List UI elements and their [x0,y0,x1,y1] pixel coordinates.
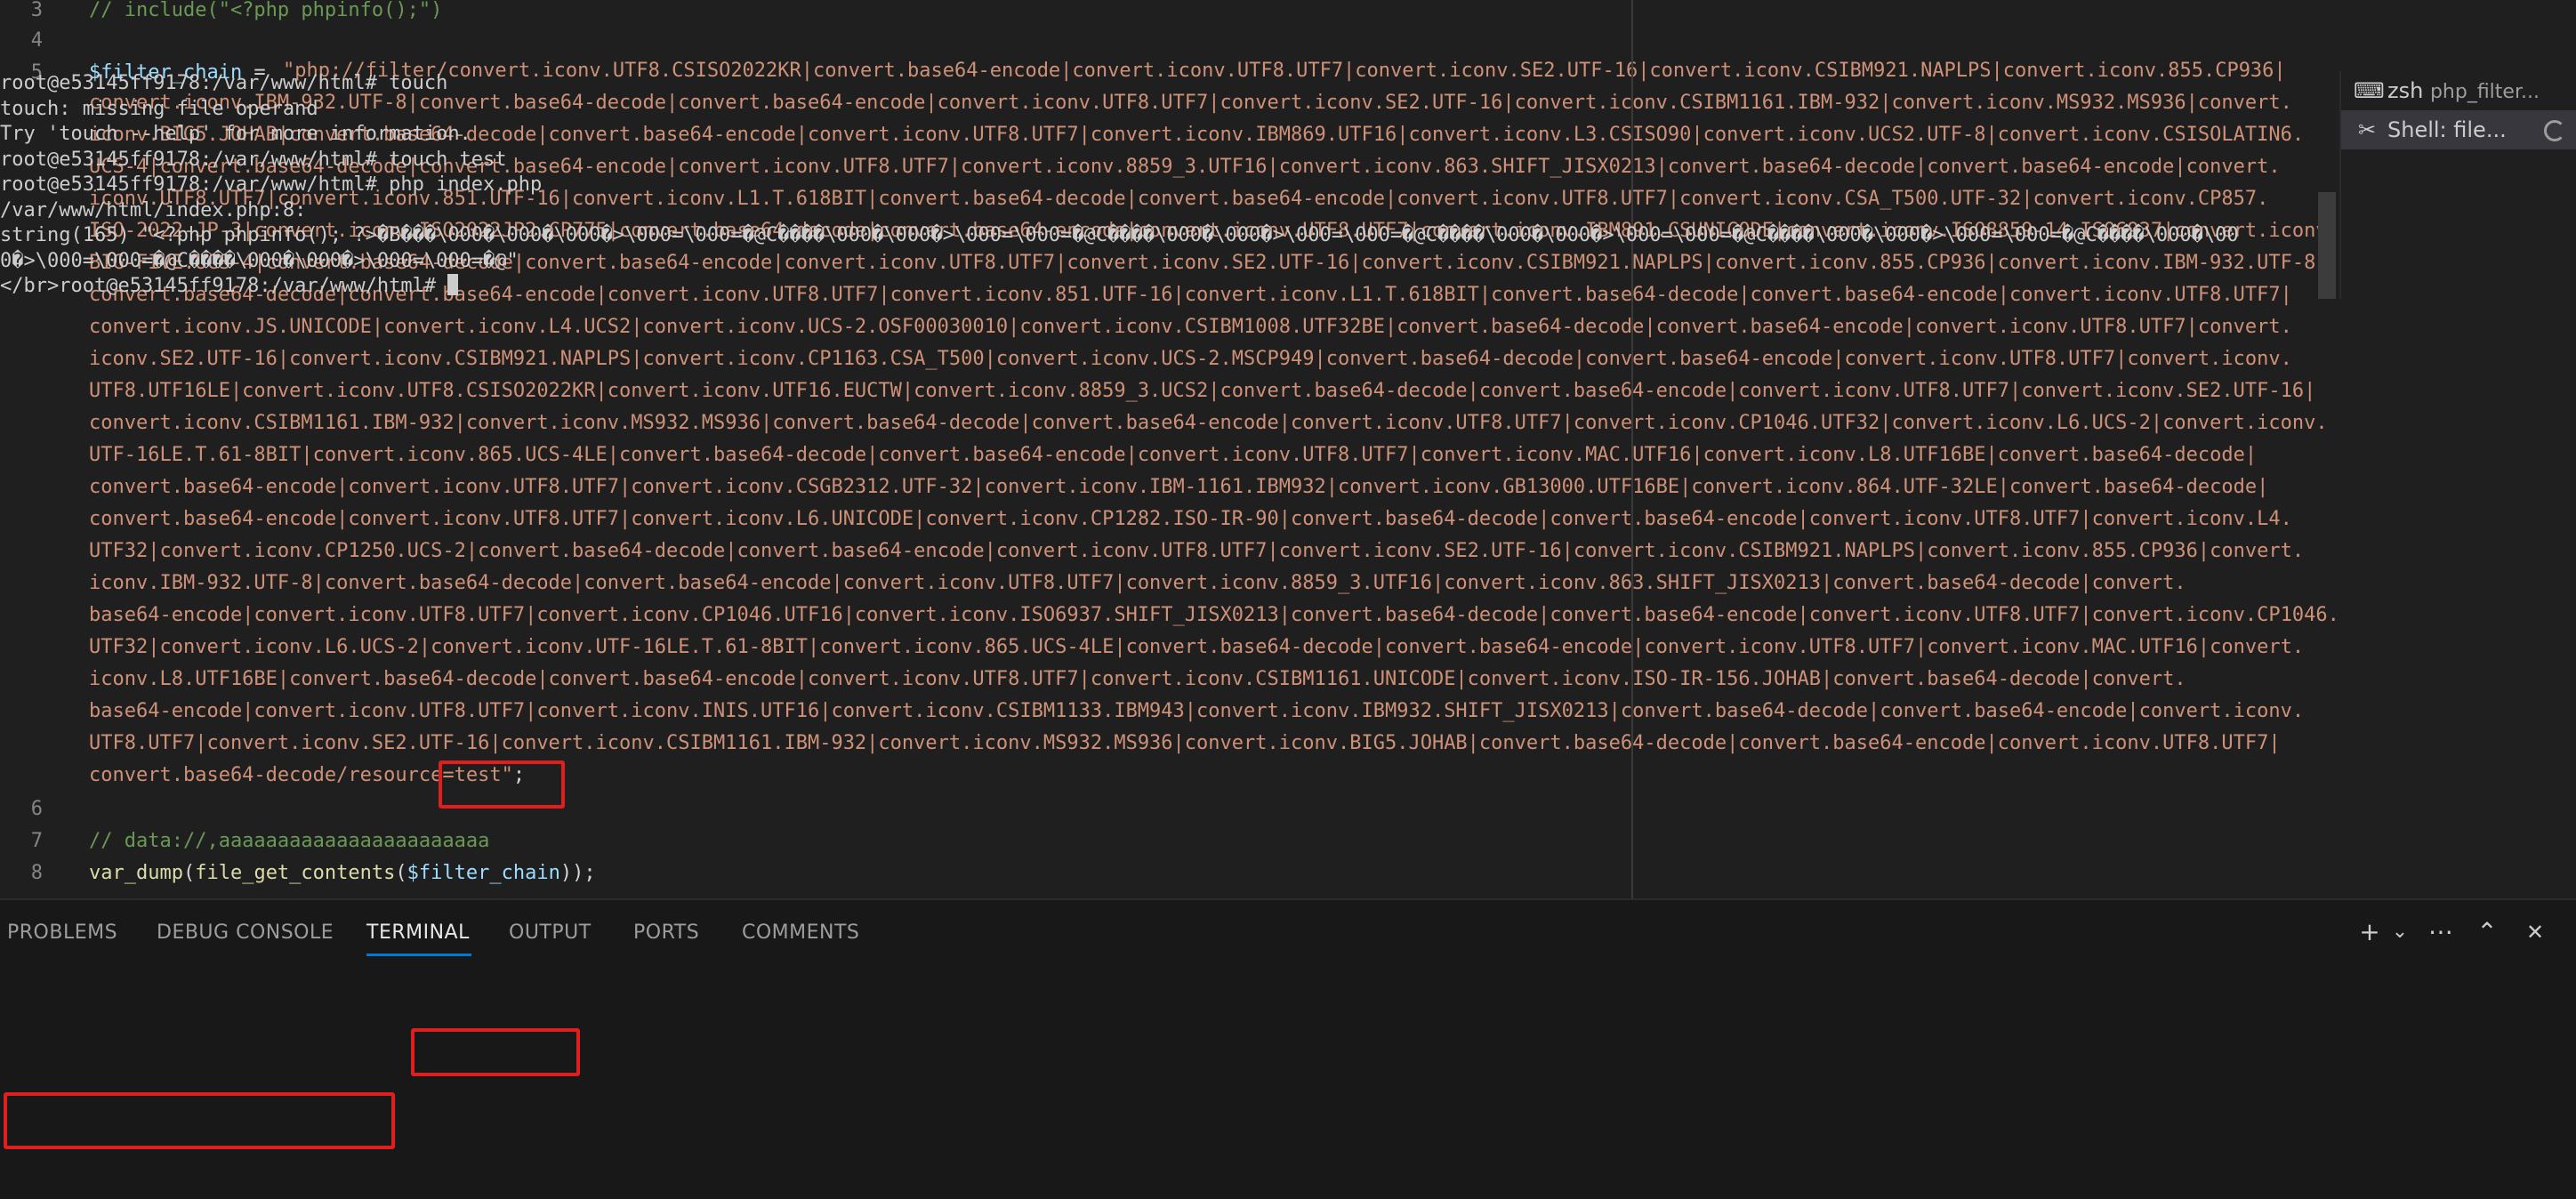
line-number: 4 [30,29,43,52]
more-actions-icon[interactable]: ⋯ [2425,916,2457,948]
terminal-line: string(165) "<?php phpinfo(); ?>�B���\00… [0,224,2239,246]
active-tab-indicator [366,954,471,956]
terminal-icon: ⌨ [2354,78,2385,103]
bottom-panel: PROBLEMS DEBUG CONSOLE TERMINAL OUTPUT P… [0,898,2576,1199]
include-comment-line: // include("<?php phpinfo();") [89,0,443,21]
line-number: 6 [30,798,43,820]
terminal-session-shell[interactable]: ✂ Shell: file... [2341,110,2576,149]
tab-debug-console[interactable]: DEBUG CONSOLE [157,921,334,944]
filter-chain-wrap-line: convert.iconv.JS.UNICODE|convert.iconv.L… [89,316,2292,338]
filter-chain-wrap-line: convert.iconv.CSIBM1161.IBM-932|convert.… [89,412,2328,434]
terminal-session-list: ⌨ zsh php_filter... ✂ Shell: file... [2339,71,2576,299]
terminal-line: root@e53145ff9178:/var/www/html# php ind… [0,173,543,196]
maximize-panel-icon[interactable]: ⌃ [2471,916,2503,948]
paren-close: )); [559,862,596,884]
tab-ports[interactable]: PORTS [633,921,699,944]
terminal-line: root@e53145ff9178:/var/www/html# touch t… [0,148,507,171]
terminal-prompt: </br>root@e53145ff9178:/var/www/html# [0,275,448,297]
terminal-scrollbar-thumb[interactable] [2318,192,2336,299]
filter-chain-wrap-line: iconv.L8.UTF16BE|convert.base64-decode|c… [89,668,2186,690]
tab-output[interactable]: OUTPUT [509,921,592,944]
terminal-line: /var/www/html/index.php:8: [0,198,307,221]
chevron-down-icon[interactable]: ⌄ [2384,916,2416,948]
touch-test-highlight-box [411,1028,580,1076]
filter-chain-wrap-line: base64-encode|convert.iconv.UTF8.UTF7|co… [89,604,2339,626]
paren: ( [395,862,407,884]
panel-tab-bar: PROBLEMS DEBUG CONSOLE TERMINAL OUTPUT P… [0,900,2576,964]
filter-chain-wrap-line: UTF32|convert.iconv.CP1250.UCS-2|convert… [89,540,2305,562]
terminal-session-zsh[interactable]: ⌨ zsh php_filter... [2341,71,2576,110]
tab-problems[interactable]: PROBLEMS [7,921,117,944]
new-terminal-icon[interactable]: + [2354,916,2386,948]
paren: ( [182,862,196,884]
terminal-line: touch: missing file operand [0,97,318,120]
line-number: 3 [30,0,43,21]
filter-chain-wrap-line: iconv.IBM-932.UTF-8|convert.base64-decod… [89,572,2186,594]
close-panel-icon[interactable]: ✕ [2519,916,2551,948]
terminal-prompt-line[interactable]: </br>root@e53145ff9178:/var/www/html# [0,274,2322,299]
terminal-line: root@e53145ff9178:/var/www/html# touch [0,72,448,94]
filter-chain-wrap-line: UTF8.UTF16LE|convert.iconv.UTF8.CSISO202… [89,380,2316,402]
tools-icon: ✂ [2357,117,2377,142]
resource-highlight-box [439,760,565,809]
session-name: Shell: file... [2387,117,2507,142]
filter-chain-wrap-line: convert.base64-encode|convert.iconv.UTF8… [89,508,2292,530]
terminal-cursor [447,274,459,295]
line-number: 8 [30,862,43,884]
terminal-output[interactable]: root@e53145ff9178:/var/www/html# touch t… [0,71,2322,299]
filter-chain-wrap-line: base64-encode|convert.iconv.UTF8.UTF7|co… [89,700,2305,722]
line-number: 7 [30,830,43,852]
filter-chain-wrap-line: iconv.SE2.UTF-16|convert.iconv.CSIBM921.… [89,348,2292,370]
session-name-group: zsh php_filter... [2387,71,2540,112]
tab-terminal[interactable]: TERMINAL [366,921,470,944]
var-dump-function: var_dump [89,862,183,884]
filter-chain-wrap-line: UTF-16LE.T.61-8BIT|convert.iconv.865.UCS… [89,444,2258,466]
tab-comments[interactable]: COMMENTS [742,921,859,944]
session-name: zsh [2387,78,2424,103]
terminal-line: Try 'touch --help' for more information. [0,123,471,145]
data-uri-comment-line: // data://,aaaaaaaaaaaaaaaaaaaaaaa [89,830,490,852]
filter-chain-variable-ref: $filter_chain [407,862,560,884]
loading-spinner-icon [2544,120,2565,141]
filter-chain-wrap-line: UTF8.UTF7|convert.iconv.SE2.UTF-16|conve… [89,732,2281,754]
output-highlight-box [4,1092,395,1149]
file-get-contents-function: file_get_contents [195,862,396,884]
terminal-line: 0�>\000=\000=�@C����\000�\000�>\000=\000… [0,249,519,272]
session-detail: php_filter... [2429,81,2540,103]
filter-chain-wrap-line: convert.base64-encode|convert.iconv.UTF8… [89,476,2269,498]
var-dump-line: var_dump(file_get_contents($filter_chain… [89,857,596,889]
filter-chain-wrap-line: UTF32|convert.iconv.L6.UCS-2|convert.ico… [89,636,2305,658]
